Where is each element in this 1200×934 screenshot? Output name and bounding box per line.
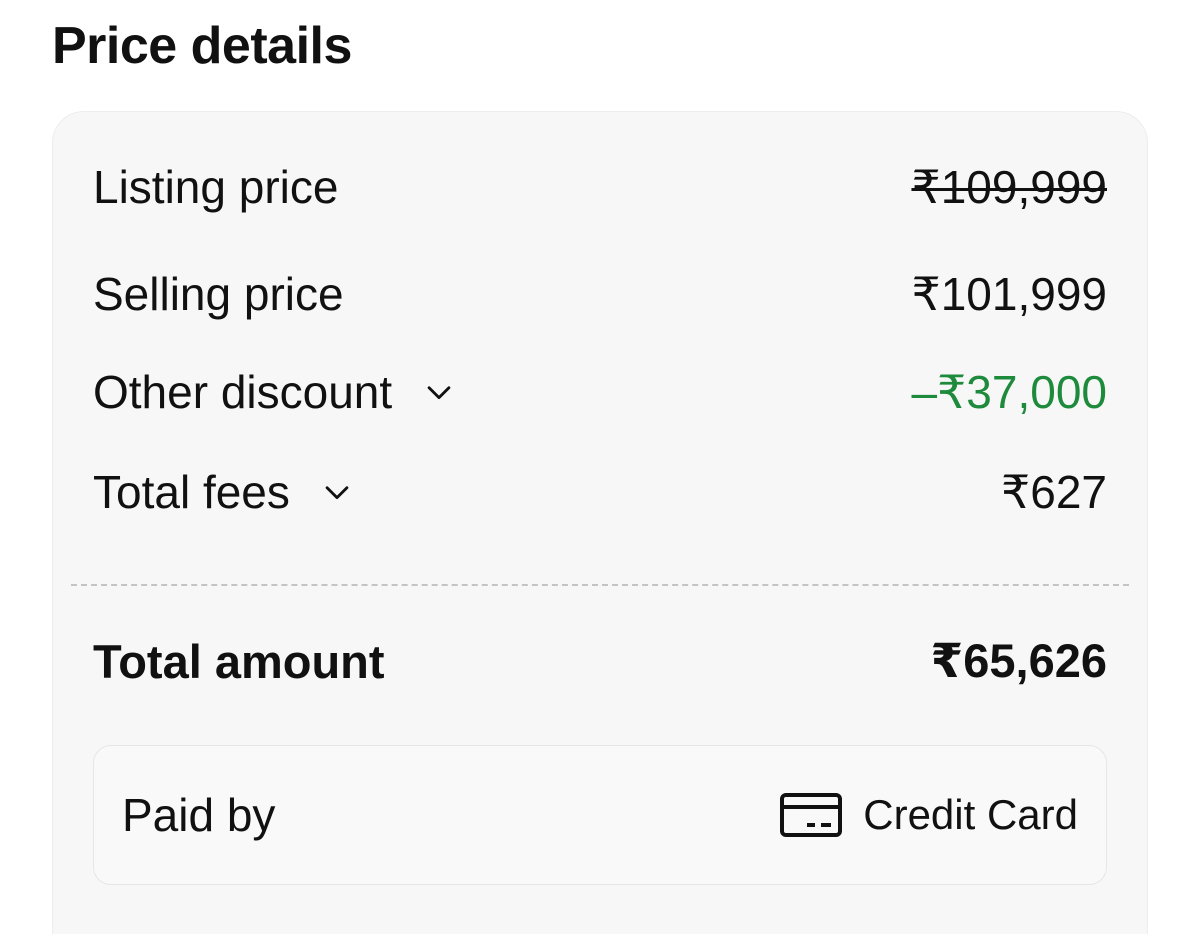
- price-details-page: Price details Listing price ₹109,999 Sel…: [0, 0, 1200, 934]
- paid-by-label: Paid by: [122, 789, 276, 841]
- selling-price-value: ₹101,999: [911, 268, 1107, 320]
- payment-method-box: Paid by Credit Card: [93, 745, 1107, 885]
- credit-card-icon: [780, 793, 843, 837]
- payment-method: Credit Card: [779, 791, 1078, 839]
- page-title: Price details: [52, 17, 352, 75]
- listing-price-row: Listing price ₹109,999: [93, 157, 1107, 217]
- selling-price-label: Selling price: [93, 268, 344, 320]
- listing-price-label: Listing price: [93, 161, 339, 213]
- other-discount-label: Other discount: [93, 366, 393, 418]
- other-discount-row[interactable]: Other discount –₹37,000: [93, 362, 1107, 422]
- price-details-card: Listing price ₹109,999 Selling price ₹10…: [52, 111, 1148, 934]
- chevron-down-icon[interactable]: [320, 475, 354, 509]
- listing-price-value: ₹109,999: [911, 161, 1107, 213]
- total-amount-label: Total amount: [93, 634, 385, 688]
- total-fees-value: ₹627: [1000, 466, 1107, 518]
- selling-price-row: Selling price ₹101,999: [93, 264, 1107, 324]
- total-amount-value: ₹65,626: [930, 634, 1107, 687]
- dashed-divider: [71, 584, 1129, 586]
- payment-method-label: Credit Card: [863, 791, 1078, 838]
- total-fees-label: Total fees: [93, 466, 290, 518]
- total-fees-row[interactable]: Total fees ₹627: [93, 462, 1107, 522]
- other-discount-value: –₹37,000: [911, 366, 1107, 418]
- total-fees-toggle[interactable]: Total fees: [93, 465, 354, 519]
- chevron-down-icon[interactable]: [422, 375, 456, 409]
- other-discount-toggle[interactable]: Other discount: [93, 365, 456, 419]
- total-amount-row: Total amount ₹65,626: [93, 631, 1107, 691]
